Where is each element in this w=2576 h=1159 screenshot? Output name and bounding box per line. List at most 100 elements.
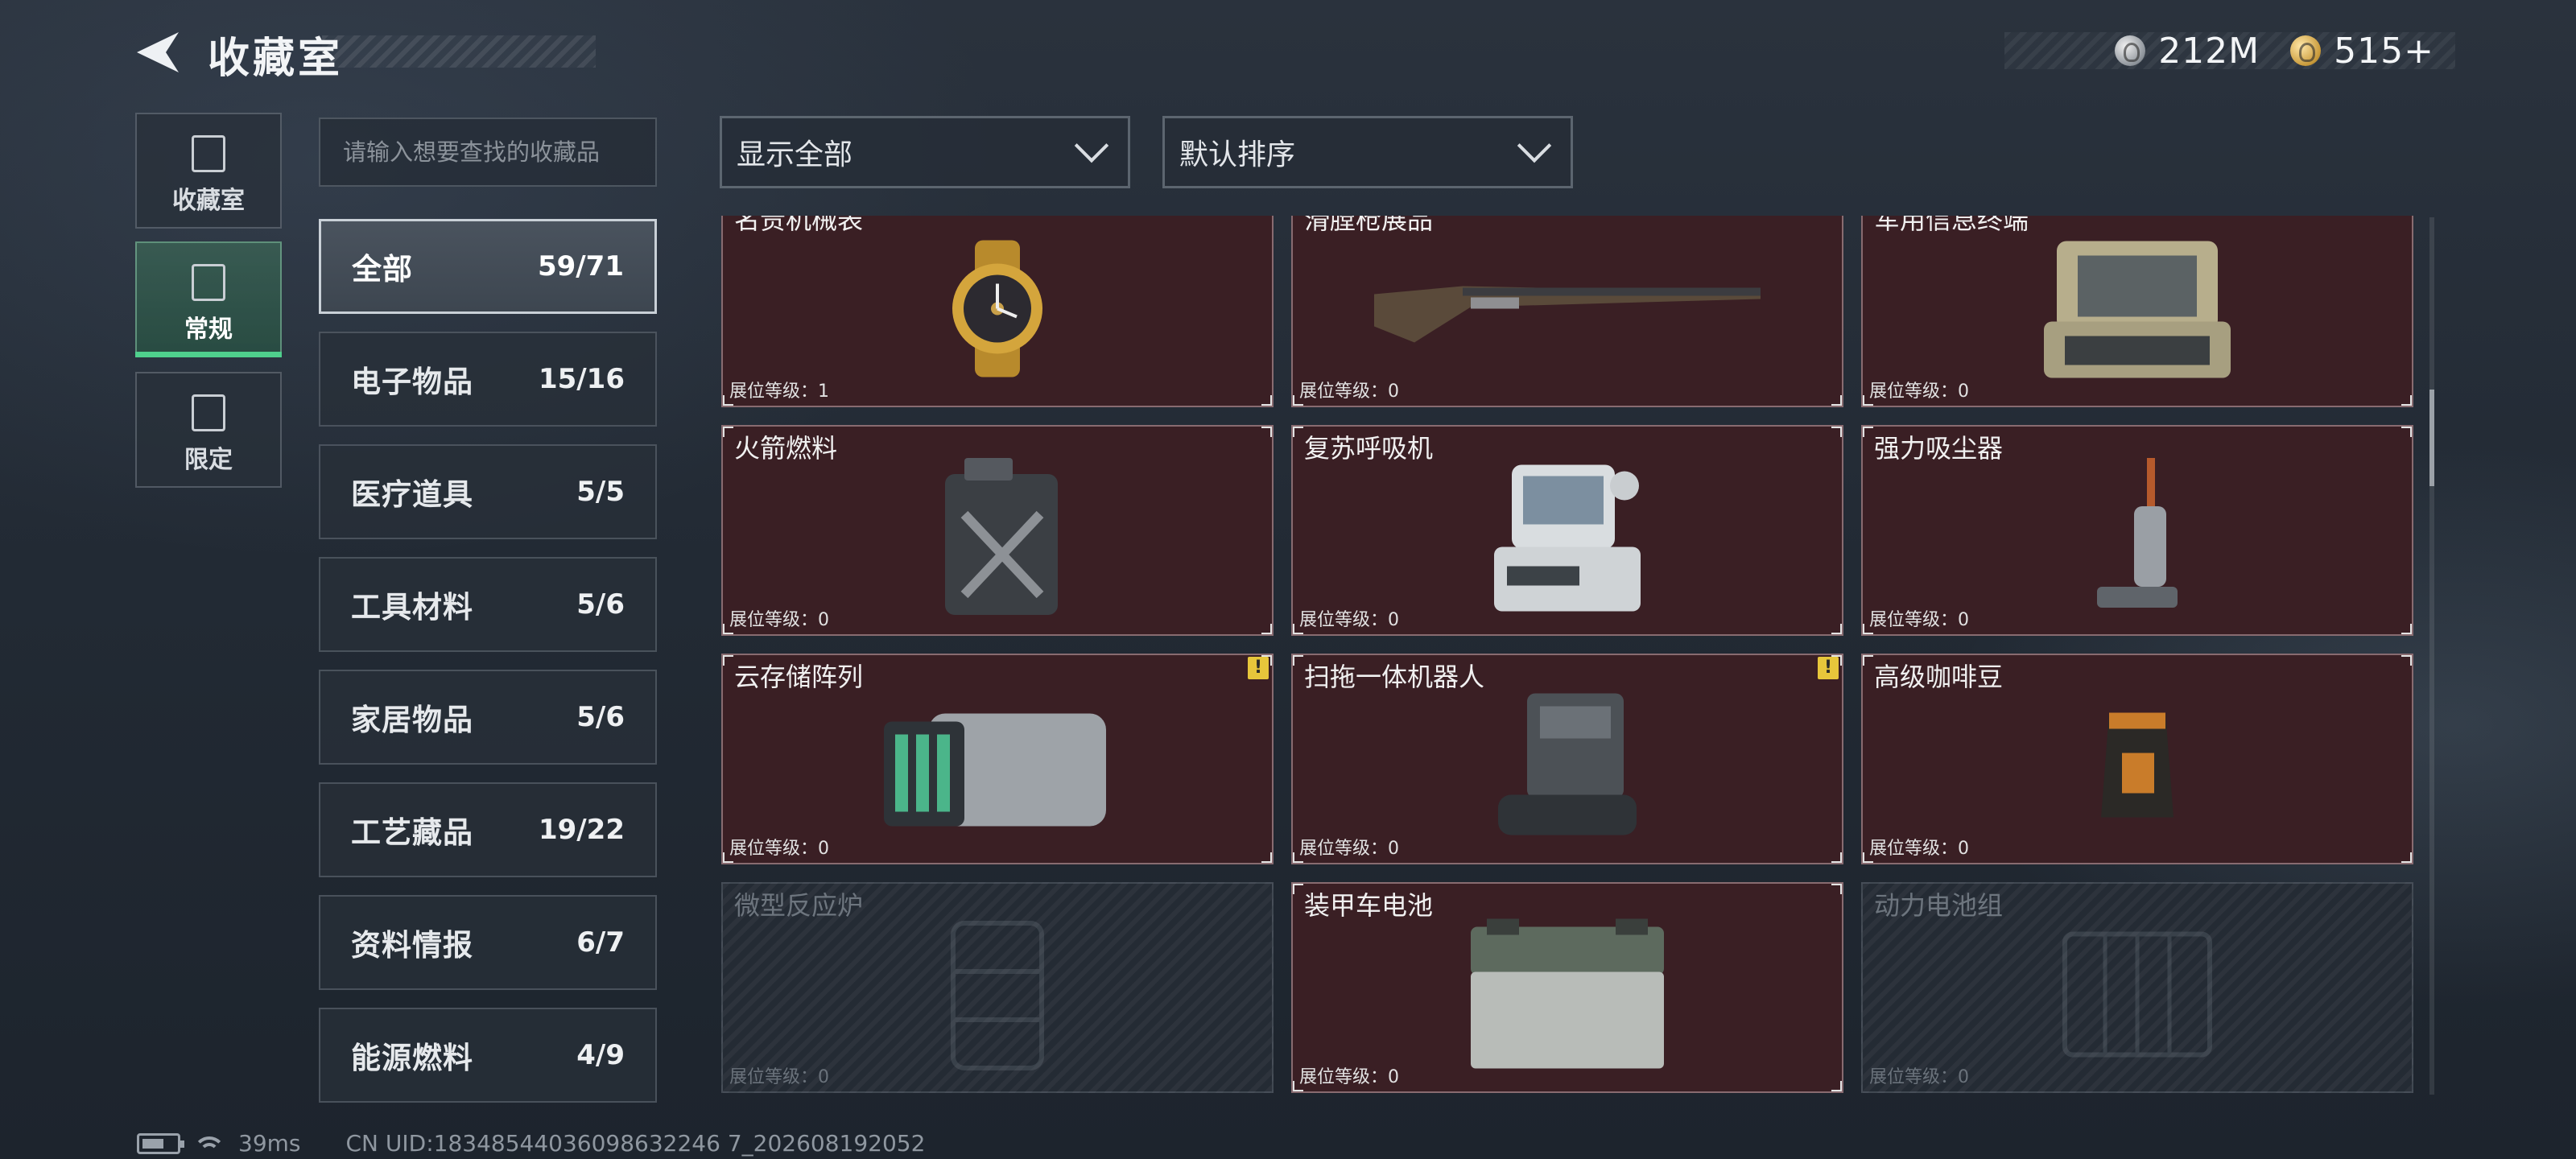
item-name: 高级咖啡豆 [1874, 662, 2004, 692]
chevron-down-icon [1074, 128, 1109, 163]
corner-decoration [1831, 655, 1842, 666]
item-card-vacuum[interactable]: 强力吸尘器 展位等级：0 [1861, 425, 2413, 636]
user-uid: CN UID:18348544036098632246 7_2026081920… [345, 1130, 926, 1157]
item-card-coffee-beans[interactable]: 高级咖啡豆 展位等级：0 [1861, 654, 2413, 864]
item-name: 云存储阵列 [734, 662, 864, 692]
sort-dropdown[interactable]: 默认排序 [1162, 116, 1573, 188]
item-name: 扫拖一体机器人 [1304, 662, 1485, 692]
corner-decoration [2401, 427, 2412, 437]
corner-decoration [1863, 624, 1873, 634]
display-filter-label: 显示全部 [737, 138, 853, 171]
category-count: 5/5 [576, 476, 625, 508]
category-name: 家居物品 [351, 703, 473, 737]
category-count: 15/16 [538, 363, 625, 395]
side-tab-label: 常规 [184, 316, 233, 344]
storage-array-icon [884, 713, 1106, 827]
trophy-icon [192, 135, 225, 172]
item-card-power-battery-locked[interactable]: 动力电池组 展位等级：0 [1861, 882, 2413, 1093]
corner-decoration [1293, 655, 1303, 666]
item-name: 装甲车电池 [1304, 890, 1434, 921]
gold-currency-value: 515+ [2334, 30, 2434, 72]
reactor-icon [951, 921, 1044, 1070]
category-count: 19/22 [538, 814, 625, 846]
category-all[interactable]: 全部 59/71 [319, 219, 657, 314]
currency-bar: 212M 515+ [2004, 30, 2455, 72]
side-tab-limited[interactable]: 限定 [135, 372, 282, 488]
side-tab-regular[interactable]: 常规 [135, 241, 282, 357]
silver-coin-icon [2115, 35, 2146, 66]
corner-decoration [1863, 427, 1873, 437]
back-arrow-icon[interactable] [134, 29, 182, 76]
corner-decoration [1863, 395, 1873, 406]
rugged-terminal-icon [2044, 241, 2231, 378]
display-filter-dropdown[interactable]: 显示全部 [720, 116, 1130, 188]
musket-icon [1374, 286, 1761, 343]
corner-decoration [1261, 624, 1272, 634]
regular-icon [192, 264, 225, 301]
corner-decoration [2401, 655, 2412, 666]
ping-value: 39ms [238, 1130, 301, 1157]
category-intel[interactable]: 资料情报 6/7 [319, 895, 657, 990]
item-card-micro-reactor-locked[interactable]: 微型反应炉 展位等级：0 [721, 882, 1274, 1093]
item-card-terminal[interactable]: 军用信息终端 展位等级：0 [1861, 216, 2413, 407]
corner-decoration [1261, 395, 1272, 406]
item-card-robot-vacuum[interactable]: 扫拖一体机器人 ! 展位等级：0 [1291, 654, 1843, 864]
item-level: 展位等级：0 [1299, 610, 1400, 630]
corner-decoration [1831, 624, 1842, 634]
category-name: 能源燃料 [351, 1041, 473, 1075]
corner-decoration [723, 427, 733, 437]
corner-decoration [1261, 655, 1272, 666]
item-card-gold-watch[interactable]: 名贵机械表 展位等级：1 [721, 216, 1274, 407]
item-name: 军用信息终端 [1874, 216, 2029, 235]
gold-coin-icon [2290, 35, 2322, 66]
vacuum-cleaner-icon [2097, 458, 2178, 608]
ventilator-icon [1494, 464, 1641, 612]
sort-label: 默认排序 [1179, 138, 1296, 171]
item-name: 复苏呼吸机 [1304, 433, 1434, 464]
item-card-musket[interactable]: 滑膛枪展品 展位等级：0 [1291, 216, 1843, 407]
item-grid[interactable]: 名贵机械表 展位等级：1 滑膛枪展品 展位等级：0 军用信息终端 展位等级：0 … [720, 216, 2420, 1095]
corner-decoration [1831, 427, 1842, 437]
category-name: 医疗道具 [351, 477, 473, 512]
corner-decoration [1293, 395, 1303, 406]
item-card-storage-array[interactable]: 云存储阵列 ! 展位等级：0 [721, 654, 1274, 864]
category-name: 工艺藏品 [351, 815, 473, 850]
corner-decoration [1831, 884, 1842, 894]
category-name: 全部 [352, 252, 413, 287]
category-tools[interactable]: 工具材料 5/6 [319, 557, 657, 652]
coffee-bag-icon [2101, 712, 2174, 818]
item-name: 强力吸尘器 [1874, 433, 2004, 464]
corner-decoration [1293, 624, 1303, 634]
category-household[interactable]: 家居物品 5/6 [319, 670, 657, 765]
scrollbar-thumb[interactable] [2429, 390, 2434, 486]
category-count: 5/6 [576, 588, 625, 621]
category-crafts[interactable]: 工艺藏品 19/22 [319, 782, 657, 877]
corner-decoration [723, 852, 733, 863]
side-tab-label: 限定 [184, 446, 233, 474]
corner-decoration [723, 395, 733, 406]
item-card-rocket-fuel[interactable]: 火箭燃料 展位等级：0 [721, 425, 1274, 636]
corner-decoration [1261, 852, 1272, 863]
corner-decoration [1293, 1081, 1303, 1091]
category-medical[interactable]: 医疗道具 5/5 [319, 444, 657, 539]
search-input[interactable] [319, 118, 657, 187]
category-name: 电子物品 [351, 365, 473, 399]
grid-scrollbar[interactable] [2429, 217, 2434, 1095]
item-level: 展位等级：0 [1869, 610, 1970, 630]
item-card-ventilator[interactable]: 复苏呼吸机 展位等级：0 [1291, 425, 1843, 636]
item-level: 展位等级：0 [1299, 839, 1400, 859]
category-electronics[interactable]: 电子物品 15/16 [319, 332, 657, 427]
item-level: 展位等级：0 [1869, 382, 1970, 402]
side-tab-collection-room[interactable]: 收藏室 [135, 113, 282, 229]
item-name: 火箭燃料 [734, 433, 838, 464]
page-title: 收藏室 [208, 35, 344, 83]
category-energy[interactable]: 能源燃料 4/9 [319, 1008, 657, 1103]
category-count: 59/71 [537, 250, 624, 283]
side-tab-label: 收藏室 [172, 187, 245, 215]
corner-decoration [1293, 884, 1303, 894]
category-name: 工具材料 [351, 590, 473, 625]
item-level: 展位等级：0 [729, 610, 830, 630]
corner-decoration [1831, 395, 1842, 406]
item-card-armored-battery[interactable]: 装甲车电池 展位等级：0 [1291, 882, 1843, 1093]
category-count: 6/7 [576, 926, 625, 959]
